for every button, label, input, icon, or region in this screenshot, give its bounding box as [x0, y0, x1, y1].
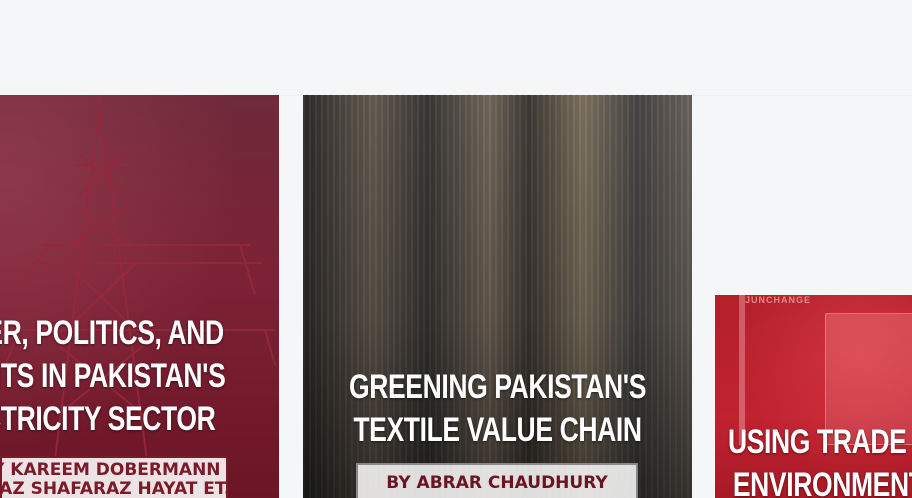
byline-line: Fiaz Shafaraz Hayat et. al. — [0, 479, 228, 498]
article-carousel: Power, Politics, and Profits in Pakistan… — [0, 95, 912, 498]
article-title-line: Electricity Sector — [0, 400, 216, 438]
article-title-line: Profits in Pakistan's — [0, 357, 226, 395]
article-byline[interactable]: By Kareem Dobermann and Fiaz Shafaraz Ha… — [0, 456, 228, 498]
article-title[interactable]: Power, Politics, and Profits in Pakistan… — [0, 312, 226, 441]
article-title-line: Textile Value Chain — [353, 411, 642, 449]
container-banner-text: JUNCHANGE — [745, 295, 812, 305]
article-card-electricity[interactable]: Power, Politics, and Profits in Pakistan… — [0, 95, 279, 498]
page-header-band — [0, 0, 912, 96]
article-title-line: Environmental — [732, 466, 912, 498]
article-title[interactable]: Using Trade for Environmental — [728, 421, 912, 498]
article-title[interactable]: Greening Pakistan's Textile Value Chain — [346, 366, 649, 452]
article-card-trade[interactable]: JUNCHANGE Using Trade for Environmental — [715, 295, 912, 498]
article-card-textile[interactable]: Greening Pakistan's Textile Value Chain … — [303, 95, 692, 498]
article-title-line: Greening Pakistan's — [348, 368, 647, 406]
article-byline[interactable]: By Abrar Chaudhury — [356, 463, 638, 498]
article-title-line: Power, Politics, and — [0, 314, 224, 352]
byline-line: By Kareem Dobermann and — [2, 460, 226, 480]
article-title-line: Using Trade for — [728, 423, 912, 461]
